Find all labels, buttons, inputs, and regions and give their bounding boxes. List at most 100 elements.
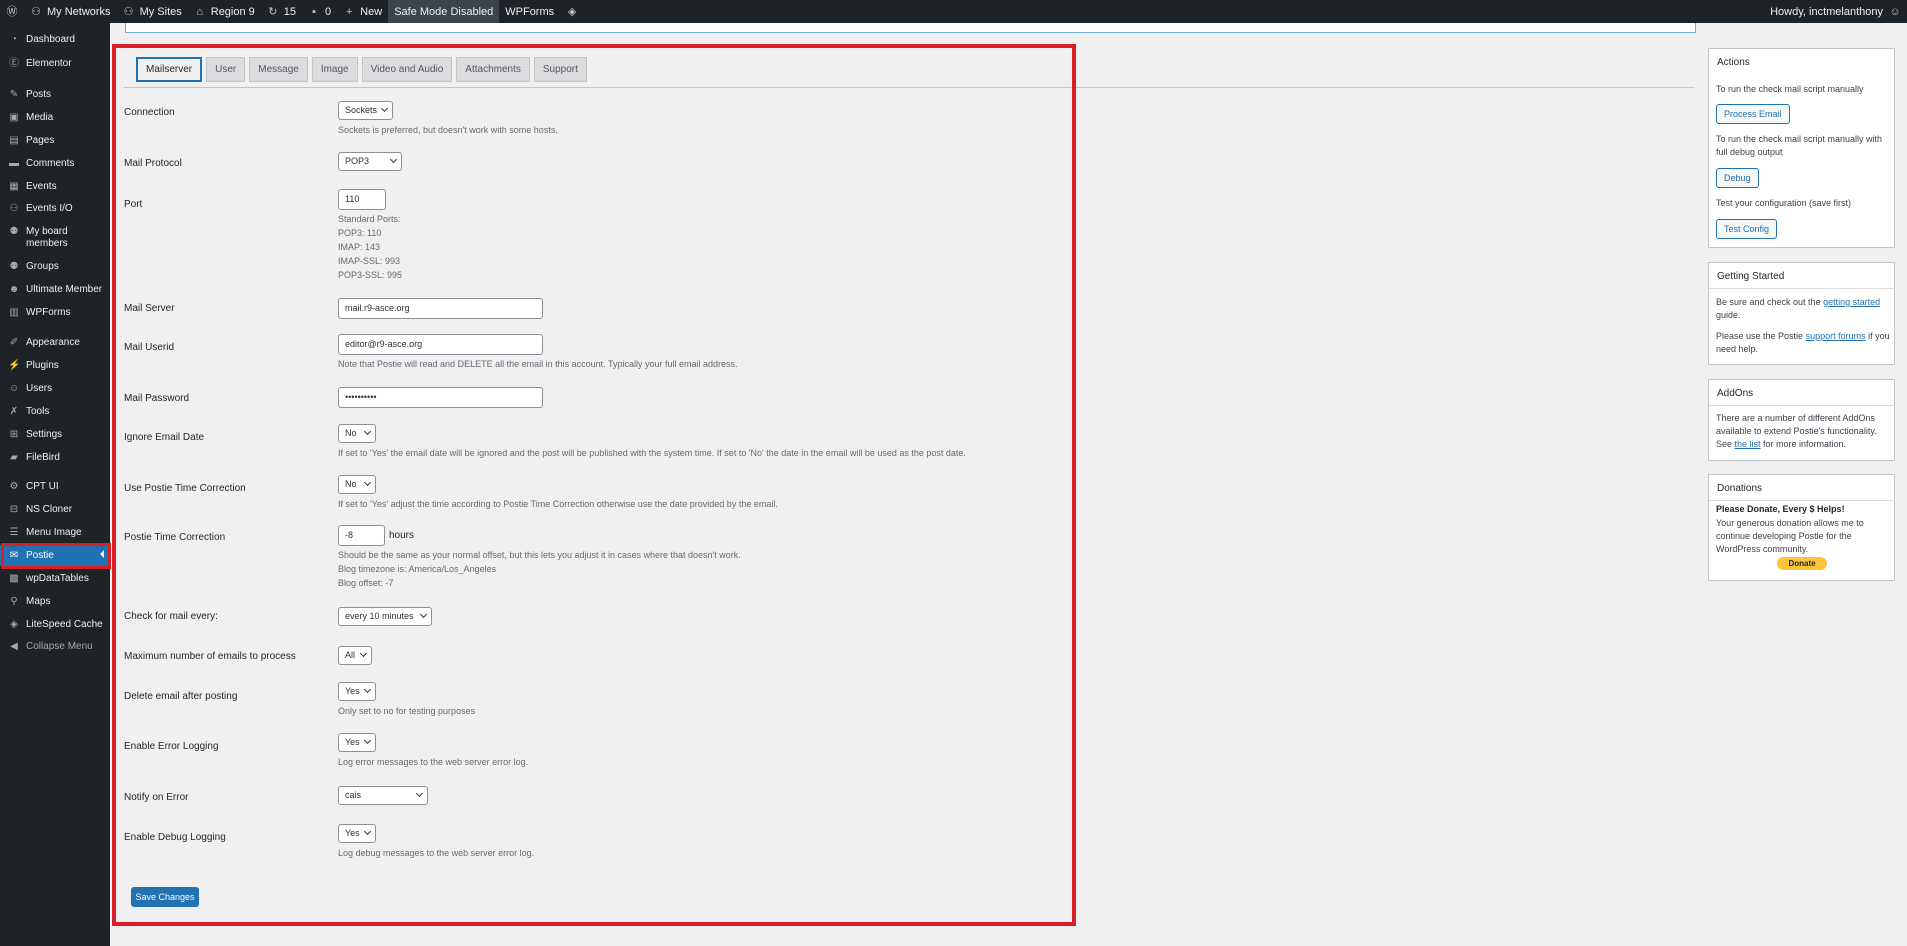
addons-text: There are a number of different AddOns a… [1716,413,1877,449]
wordpress-logo[interactable]: Ⓦ [0,0,24,23]
notify-error-select[interactable]: cais [338,786,428,805]
sidebar-item-comments[interactable]: ▬ Comments [0,158,110,170]
updates-link[interactable]: ↻ 15 [261,0,302,23]
folder-icon: ▰ [10,452,18,463]
sidebar-item-posts[interactable]: ✎ Posts [0,89,110,101]
postie-time-input[interactable]: -8 [338,525,385,546]
connection-description: Sockets is preferred, but doesn't work w… [338,125,558,135]
mail-password-input[interactable]: •••••••••• [338,387,543,408]
postie-time-label: Postie Time Correction [124,532,226,543]
form-highlight-box [112,44,1076,926]
time-correction-label: Use Postie Time Correction [124,483,246,494]
sidebar-item-board-members[interactable]: ⚉ My board members [0,226,110,250]
diamond-icon: ◈ [567,5,577,18]
sidebar-item-wpdatatables[interactable]: ▩ wpDataTables [0,573,110,585]
sidebar-item-tools[interactable]: ✗ Tools [0,406,110,418]
check-every-select[interactable]: every 10 minutes [338,607,432,626]
connection-select[interactable]: Sockets [338,101,393,120]
donate-button[interactable]: Donate [1777,557,1827,570]
sidebar-item-cpt-ui[interactable]: ⚙ CPT UI [0,481,110,493]
sidebar-item-dashboard[interactable]: ◔ Dashboard [0,34,110,46]
site-name-link[interactable]: ⌂ Region 9 [188,0,261,23]
chevron-down-icon [419,610,428,619]
sidebar-item-filebird[interactable]: ▰ FileBird [0,452,110,464]
settings-tabs: Mailserver User Message Image Video and … [136,57,587,82]
sidebar-item-users[interactable]: ☺ Users [0,383,110,395]
my-sites-link[interactable]: ⚇ My Sites [117,0,188,23]
port-input[interactable]: 110 [338,189,386,210]
sidebar-item-litespeed-cache[interactable]: ◈ LiteSpeed Cache [0,619,110,631]
sidebar-item-appearance[interactable]: ✐ Appearance [0,337,110,349]
error-logging-select[interactable]: Yes [338,733,376,752]
menu-icon: ☰ [9,527,19,538]
sidebar-item-settings[interactable]: ⊞ Settings [0,429,110,441]
port-description: Standard Ports: POP3: 110 IMAP: 143 IMAP… [338,214,403,280]
actions-text-2: To run the check mail script manually wi… [1716,134,1883,157]
comments-link[interactable]: ▪ 0 [302,0,337,23]
tab-message[interactable]: Message [249,57,308,82]
pin-icon: ✎ [9,89,19,100]
sidebar-item-ultimate-member[interactable]: ☻ Ultimate Member [0,284,110,296]
test-config-button[interactable]: Test Config [1716,219,1778,239]
mail-userid-input[interactable]: editor@r9-asce.org [338,334,543,355]
tab-image[interactable]: Image [311,57,358,82]
tab-attachments[interactable]: Attachments [456,57,530,82]
sidebar-item-wpforms[interactable]: ▥ WPForms [0,307,110,319]
my-networks-link[interactable]: ⚇ My Networks [24,0,117,23]
sidebar-item-maps[interactable]: ⚲ Maps [0,596,110,608]
sidebar-item-menu-image[interactable]: ☰ Menu Image [0,527,110,539]
support-forums-link[interactable]: support forums [1806,331,1866,341]
delete-after-description: Only set to no for testing purposes [338,706,476,716]
ignore-date-select[interactable]: No [338,424,376,443]
admin-sidebar: ◔ Dashboard Ⓔ Elementor ✎ Posts ▣ Media ▤ Pag… [0,23,110,946]
donations-title: Donations [1717,483,1763,494]
user-icon: ☻ [8,284,20,295]
donations-heading: Please Donate, Every $ Helps! [1716,504,1845,514]
time-correction-select[interactable]: No [338,475,376,494]
sidebar-item-groups[interactable]: ⚉ Groups [0,261,110,273]
sidebar-item-pages[interactable]: ▤ Pages [0,135,110,147]
delete-after-select[interactable]: Yes [338,682,376,701]
new-content-link[interactable]: + New [337,0,388,23]
chevron-down-icon [363,827,372,836]
debug-logging-label: Enable Debug Logging [124,832,226,843]
collapse-menu-button[interactable]: ◀ Collapse Menu [0,641,110,653]
mail-password-label: Mail Password [124,393,190,404]
actions-title: Actions [1717,57,1750,68]
wpforms-link[interactable]: WPForms [499,0,560,23]
sidebar-item-plugins[interactable]: ⚡ Plugins [0,360,110,372]
network-icon: ⚇ [9,203,19,214]
addons-list-link[interactable]: the list [1735,439,1761,449]
max-emails-select[interactable]: All [338,646,372,665]
chevron-down-icon [363,478,372,487]
safe-mode-link[interactable]: Safe Mode Disabled [388,0,500,23]
my-account[interactable]: Howdy, inctmelanthony ☺ [1770,0,1901,23]
protocol-select[interactable]: POP3 [338,152,402,171]
tab-user[interactable]: User [206,57,246,82]
chevron-down-icon [363,427,372,436]
brush-icon: ✐ [9,337,19,348]
check-every-label: Check for mail every: [124,611,218,622]
getting-started-link[interactable]: getting started [1823,297,1880,307]
process-email-button[interactable]: Process Email [1716,104,1790,124]
tab-video-audio[interactable]: Video and Audio [361,57,453,82]
elementor-icon: Ⓔ [9,58,19,69]
debug-logging-select[interactable]: Yes [338,824,376,843]
sidebar-item-media[interactable]: ▣ Media [0,112,110,124]
debug-button[interactable]: Debug [1716,168,1759,188]
avatar-icon: ☺ [1889,5,1901,18]
sidebar-item-ns-cloner[interactable]: ⊟ NS Cloner [0,504,110,516]
sidebar-item-events-io[interactable]: ⚇ Events I/O [0,203,110,215]
port-label: Port [124,199,143,210]
litespeed-link[interactable]: ◈ [560,0,584,23]
chevron-down-icon [363,685,372,694]
mail-server-input[interactable]: mail.r9-asce.org [338,298,543,319]
tab-support[interactable]: Support [533,57,587,82]
save-changes-button[interactable]: Save Changes [131,887,199,907]
sidebar-item-elementor[interactable]: Ⓔ Elementor [0,58,110,70]
wrench-icon: ✗ [9,406,19,417]
admin-bar: Ⓦ ⚇ My Networks ⚇ My Sites ⌂ Region 9 ↻ 15 ▪… [0,0,1907,23]
box-divider [1709,405,1894,406]
sidebar-item-events[interactable]: ▦ Events [0,181,110,193]
tab-mailserver[interactable]: Mailserver [136,57,203,82]
